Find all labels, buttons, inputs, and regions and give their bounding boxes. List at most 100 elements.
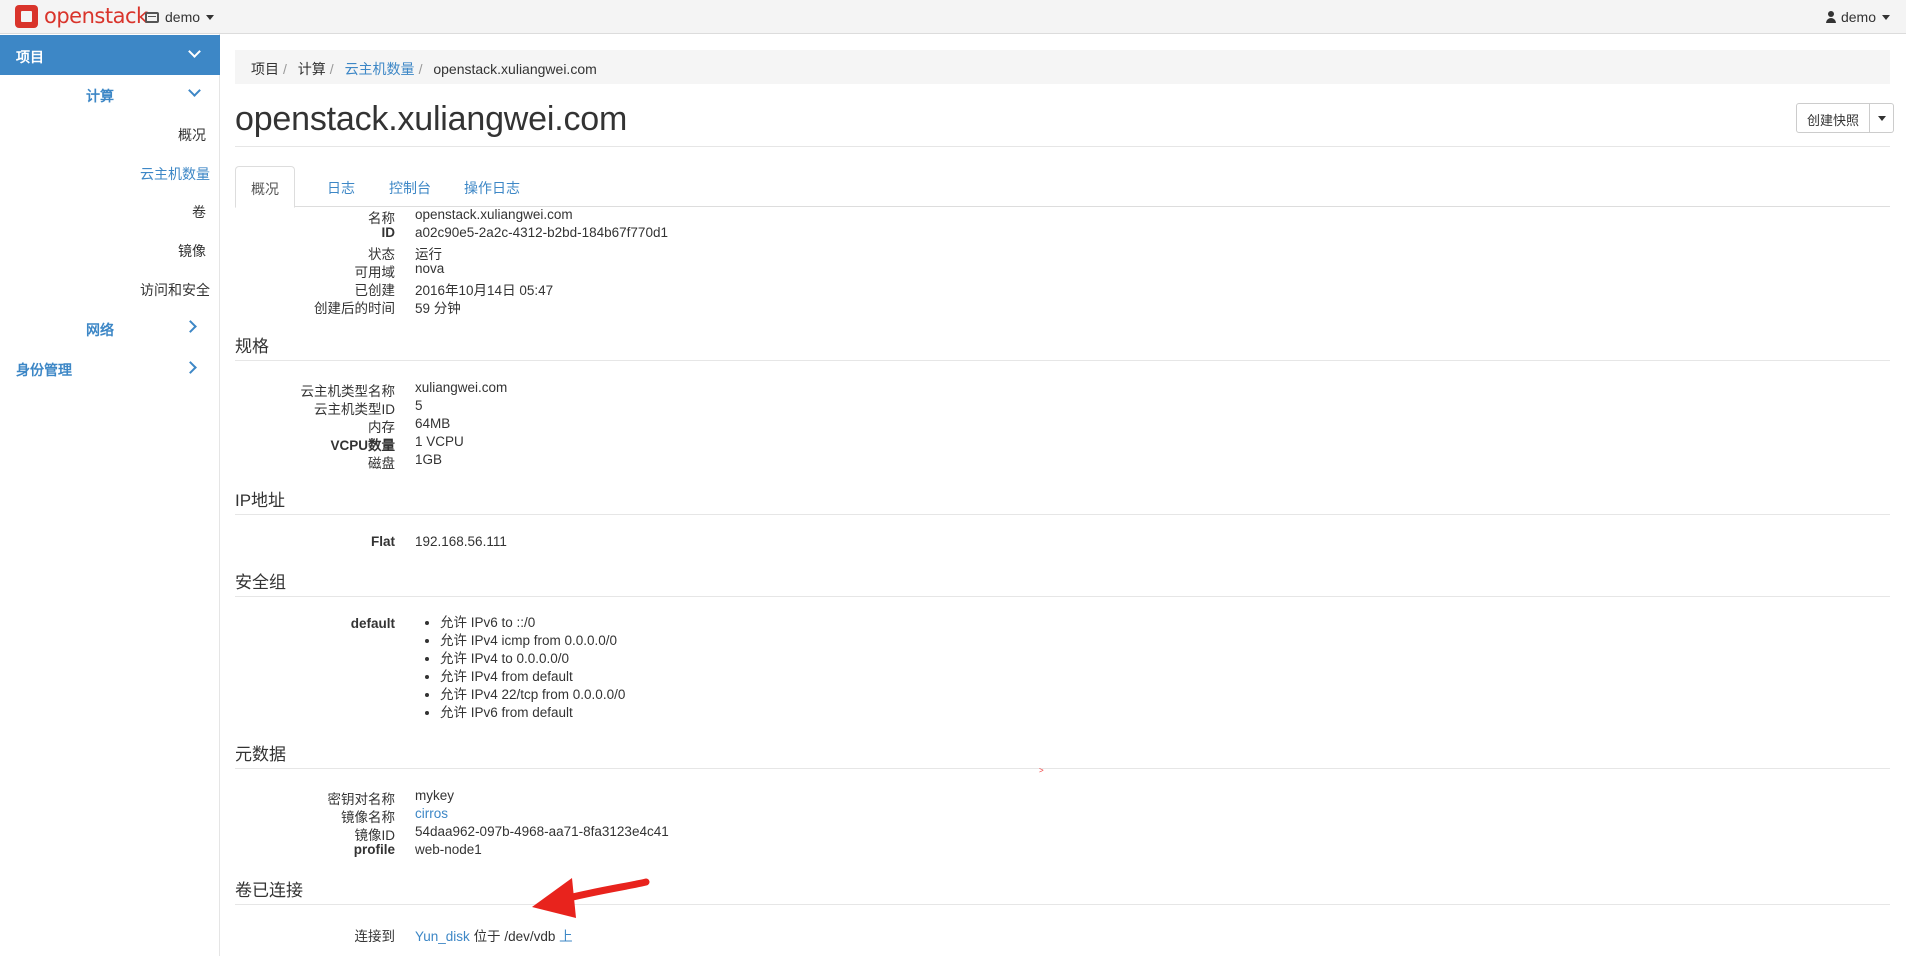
breadcrumb-instances-link[interactable]: 云主机数量 xyxy=(345,61,415,77)
field-value-disk: 1GB xyxy=(415,452,443,467)
field-label-attached-to: 连接到 xyxy=(354,929,396,944)
tab-action-log[interactable]: 操作日志 xyxy=(449,166,535,207)
field-value-created: 2016年10月14日 05:47 xyxy=(415,283,554,298)
field-label-disk: 磁盘 xyxy=(368,456,395,471)
field-label-id: ID xyxy=(381,225,396,240)
top-navbar: openstack demo demo xyxy=(0,0,1906,34)
chevron-down-icon xyxy=(188,45,201,58)
section-title-volumes-attached: 卷已连接 xyxy=(235,881,303,900)
field-value-vcpus: 1 VCPU xyxy=(415,434,464,449)
field-label-image-name: 镜像名称 xyxy=(341,810,395,825)
caret-down-icon xyxy=(1882,14,1890,20)
sidebar-item-label: 计算 xyxy=(86,88,114,104)
field-label-name: 名称 xyxy=(368,211,395,226)
title-divider xyxy=(235,146,1890,147)
volume-device-text: 位于 /dev/vdb xyxy=(473,929,556,944)
breadcrumb: 项目 / 计算 / 云主机数量 / openstack.xuliangwei.com xyxy=(235,50,1890,84)
field-value-ram: 64MB xyxy=(415,416,451,431)
field-label-ram: 内存 xyxy=(368,420,395,435)
field-label-keypair: 密钥对名称 xyxy=(327,792,396,807)
field-value-time-since-created: 59 分钟 xyxy=(415,301,461,316)
sidebar-item-label: 网络 xyxy=(86,322,114,338)
tab-overview[interactable]: 概况 xyxy=(235,166,295,208)
list-item: 允许 IPv4 22/tcp from 0.0.0.0/0 xyxy=(440,686,625,704)
field-value-image-name-wrap: cirros xyxy=(415,806,448,821)
user-menu[interactable]: demo xyxy=(1825,9,1890,25)
chevron-right-icon xyxy=(184,361,197,374)
image-name-link[interactable]: cirros xyxy=(415,806,448,821)
tab-console[interactable]: 控制台 xyxy=(374,166,446,207)
chevron-right-icon xyxy=(184,320,197,333)
caret-down-icon xyxy=(1877,115,1886,121)
sidebar: 项目 计算 概况 云主机数量 卷 镜像 访问和安全 网络 身份管理 xyxy=(0,34,220,956)
sidebar-item-images[interactable]: 镜像 xyxy=(178,241,206,261)
field-label-security-group: default xyxy=(350,616,395,631)
breadcrumb-compute: 计算 xyxy=(297,61,326,77)
field-value-availability-zone: nova xyxy=(415,261,445,276)
openstack-logo[interactable]: openstack xyxy=(15,5,148,28)
field-label-vcpus: VCPU数量 xyxy=(330,438,395,453)
section-divider xyxy=(235,514,1890,515)
volume-attach-suffix: 上 xyxy=(559,929,573,944)
sidebar-item-compute[interactable]: 计算 xyxy=(86,86,114,106)
field-label-flavor-name: 云主机类型名称 xyxy=(300,384,396,399)
list-item: 允许 IPv6 from default xyxy=(440,704,625,722)
sidebar-item-overview[interactable]: 概况 xyxy=(178,125,206,145)
list-item: 允许 IPv4 to 0.0.0.0/0 xyxy=(440,650,625,668)
snapshot-button-group: 创建快照 xyxy=(1796,103,1895,133)
field-label-image-id: 镜像ID xyxy=(354,828,396,843)
annotation-arrow-icon xyxy=(532,878,650,918)
section-title-metadata: 元数据 xyxy=(235,745,286,764)
sidebar-item-label: 项目 xyxy=(16,49,44,65)
sidebar-item-label: 身份管理 xyxy=(16,362,72,378)
tab-log[interactable]: 日志 xyxy=(312,166,370,207)
section-divider xyxy=(235,904,1890,905)
field-label-status: 状态 xyxy=(368,247,395,262)
caret-down-icon xyxy=(206,14,215,20)
volume-link[interactable]: Yun_disk xyxy=(415,929,470,944)
field-label-profile: profile xyxy=(353,842,395,857)
field-value-name: openstack.xuliangwei.com xyxy=(415,207,573,222)
create-snapshot-button[interactable]: 创建快照 xyxy=(1796,103,1871,133)
user-icon xyxy=(1825,11,1836,23)
sidebar-item-access-security[interactable]: 访问和安全 xyxy=(140,280,210,300)
actions-dropdown-toggle[interactable] xyxy=(1870,103,1895,133)
breadcrumb-project: 项目 xyxy=(251,61,279,77)
detail-tabs: 概况 日志 控制台 操作日志 xyxy=(235,166,1890,208)
field-value-ip-address: 192.168.56.111 xyxy=(415,534,507,549)
brand-name: openstack xyxy=(44,4,148,28)
section-title-flavor: 规格 xyxy=(235,337,269,356)
list-item: 允许 IPv4 icmp from 0.0.0.0/0 xyxy=(440,632,625,650)
sidebar-item-project[interactable]: 项目 xyxy=(0,35,220,75)
security-rules-list: 允许 IPv6 to ::/0 允许 IPv4 icmp from 0.0.0.… xyxy=(440,614,625,722)
field-label-created: 已创建 xyxy=(354,283,396,298)
field-value-flavor-name: xuliangwei.com xyxy=(415,380,508,395)
field-value-profile: web-node1 xyxy=(415,842,482,857)
section-divider xyxy=(235,596,1890,597)
sidebar-item-volumes[interactable]: 卷 xyxy=(192,202,206,222)
breadcrumb-current: openstack.xuliangwei.com xyxy=(433,61,597,77)
field-label-flavor-id: 云主机类型ID xyxy=(314,402,395,417)
project-selector[interactable]: demo xyxy=(145,9,215,25)
field-value-image-id: 54daa962-097b-4968-aa71-8fa3123e4c41 xyxy=(415,824,669,839)
field-value-keypair: mykey xyxy=(415,788,455,803)
project-selector-label: demo xyxy=(165,9,201,25)
sidebar-item-network[interactable]: 网络 xyxy=(86,320,114,340)
list-item: 允许 IPv6 to ::/0 xyxy=(440,614,625,632)
section-title-ip-addresses: IP地址 xyxy=(235,491,286,510)
page-title: openstack.xuliangwei.com xyxy=(235,100,628,138)
sidebar-item-instances[interactable]: 云主机数量 xyxy=(140,164,210,184)
annotation-mark: > xyxy=(1039,766,1044,775)
section-divider xyxy=(235,768,1890,769)
field-label-network-flat: Flat xyxy=(370,534,395,549)
project-icon xyxy=(145,11,159,23)
sidebar-item-identity[interactable]: 身份管理 xyxy=(16,360,72,380)
list-item: 允许 IPv4 from default xyxy=(440,668,625,686)
section-divider xyxy=(235,360,1890,361)
field-value-id: a02c90e5-2a2c-4312-b2bd-184b67f770d1 xyxy=(415,225,668,240)
field-value-status: 运行 xyxy=(415,247,442,262)
field-label-time-since-created: 创建后的时间 xyxy=(314,301,395,316)
field-label-availability-zone: 可用域 xyxy=(354,265,396,280)
chevron-down-icon xyxy=(188,84,201,97)
openstack-logo-icon xyxy=(15,5,38,28)
